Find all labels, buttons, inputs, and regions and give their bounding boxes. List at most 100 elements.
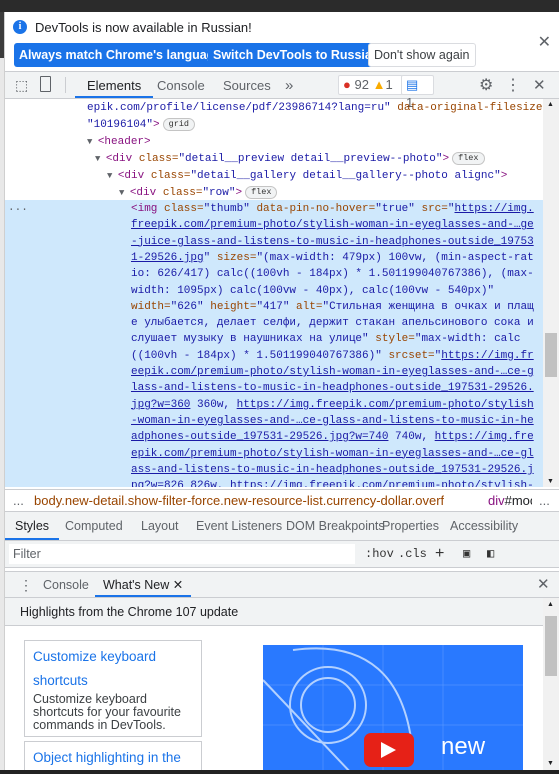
close-tab-icon[interactable]: ✕ (173, 578, 183, 592)
device-toolbar-icon[interactable] (40, 76, 51, 92)
hover-state-toggle[interactable]: :hov (365, 544, 394, 564)
dom-node-line[interactable]: width: 1095px) calc(100vw - 40px), calc(… (131, 283, 494, 299)
tab-event-listeners[interactable]: Event Listeners (196, 512, 282, 540)
dom-node-line[interactable]: eepik.com/premium-photo/stylish-woman-in… (131, 364, 534, 380)
scroll-up-icon[interactable]: ▲ (547, 601, 554, 608)
dom-node-line[interactable]: jpg?w=360 360w, https://img.freepik.com/… (131, 397, 534, 413)
attribute-link[interactable]: https://img.freepik.com/premium-photo/st… (230, 480, 534, 487)
expand-triangle-icon[interactable]: ▼ (107, 171, 118, 181)
dom-node-line[interactable]: ass-and-listens-to-music-in-headphones-o… (131, 462, 534, 478)
node-ellipsis-button[interactable]: ... (8, 200, 28, 216)
scrollbar-thumb[interactable] (545, 333, 557, 377)
drawer-scrollbar[interactable]: ▲ ▼ (543, 598, 559, 770)
styles-filter-input[interactable]: Filter (9, 544, 355, 564)
dom-node-line[interactable]: epik.com/profile/license/pdf/23986714?la… (87, 100, 543, 116)
feature-card[interactable]: Object highlighting in the (24, 741, 202, 770)
more-tabs-button[interactable]: » (285, 72, 293, 98)
new-style-rule-button[interactable]: + (435, 544, 444, 564)
dom-node-line[interactable]: ▼ <div class="detail__preview detail__pr… (95, 151, 485, 167)
toggle-sidebar-icon[interactable]: ◧ (487, 544, 494, 564)
attribute-link[interactable]: 1-29526.jpg (131, 252, 204, 264)
breadcrumb-body[interactable]: body.new-detail.show-filter-force.new-re… (34, 490, 444, 511)
attribute-link[interactable]: lass-and-listens-to-music-in-headphones-… (131, 382, 534, 394)
dom-node-line[interactable]: -juice-glass-and-listens-to-music-in-hea… (131, 234, 534, 250)
attribute-link[interactable]: -juice-glass-and-listens-to-music-in-hea… (131, 236, 534, 248)
dom-node-line[interactable]: <img class="thumb" data-pin-no-hover="tr… (131, 201, 534, 217)
attribute-link[interactable]: https://img. (455, 203, 534, 215)
tab-computed[interactable]: Computed (65, 512, 123, 540)
tab-styles[interactable]: Styles (5, 512, 60, 540)
attribute-link[interactable]: ass-and-listens-to-music-in-headphones-o… (131, 464, 534, 476)
dont-show-again-button[interactable]: Don't show again (368, 43, 476, 67)
layout-badge-grid[interactable]: grid (162, 118, 196, 131)
close-infobar-icon[interactable]: ✕ (538, 32, 551, 52)
dom-node-line[interactable]: ((100vh - 184px) * 1.501199040767386)" s… (131, 348, 534, 364)
dom-node-line[interactable]: ▼ <header> (87, 134, 151, 150)
close-drawer-icon[interactable]: ✕ (537, 572, 550, 597)
messages-counter[interactable]: ▤ 1 (401, 75, 434, 110)
class-toggle[interactable]: .cls (398, 544, 427, 564)
drawer-tab-console[interactable]: Console (43, 572, 89, 597)
feature-card[interactable]: Customize keyboard shortcuts Customize k… (24, 640, 202, 737)
match-language-button[interactable]: Always match Chrome's language (14, 43, 227, 67)
dom-node-line[interactable]: freepik.com/premium-photo/stylish-woman-… (131, 217, 534, 233)
attribute-link[interactable]: eepik.com/premium-photo/stylish-woman-in… (131, 366, 534, 378)
scrollbar-thumb[interactable] (545, 616, 557, 676)
breadcrumb-scroll-right[interactable]: ... (539, 490, 550, 511)
tab-sources[interactable]: Sources (223, 72, 271, 98)
drawer-menu-icon[interactable]: ⋮ (19, 572, 33, 597)
layout-badge-flex[interactable]: flex (452, 152, 485, 165)
dom-node-line[interactable]: adphones-outside_197531-29526.jpg?w=740 … (131, 429, 534, 445)
dom-node-line[interactable]: io: 626/417) calc((100vh - 184px) * 1.50… (131, 266, 534, 282)
dom-node-line[interactable]: -woman-in-eyeglasses-and-…ce-glass-and-l… (131, 413, 534, 429)
layout-badge-flex[interactable]: flex (245, 186, 278, 199)
expand-triangle-icon[interactable]: ▼ (119, 188, 130, 198)
expand-triangle-icon[interactable]: ▼ (87, 137, 98, 147)
tab-layout[interactable]: Layout (141, 512, 179, 540)
switch-to-russian-button[interactable]: Switch DevTools to Russian (208, 43, 385, 67)
dom-node-line[interactable]: width="626" height="417" alt="Стильная ж… (131, 299, 534, 315)
attribute-value: "row" (202, 187, 236, 199)
issues-counter[interactable]: ● 92 ▲1 (338, 75, 403, 95)
tag-name: <div (117, 170, 145, 182)
dom-node-line[interactable]: pg?w=826 826w, https://img.freepik.com/p… (131, 478, 534, 487)
tab-console[interactable]: Console (157, 72, 205, 98)
dom-scrollbar[interactable]: ▲ ▼ (543, 99, 559, 487)
attribute-link[interactable]: adphones-outside_197531-29526.jpg?w=740 (131, 431, 388, 443)
settings-gear-icon[interactable]: ⚙ (479, 75, 493, 95)
attribute-link[interactable]: -woman-in-eyeglasses-and-…ce-glass-and-l… (131, 415, 534, 427)
more-options-icon[interactable]: ⋮ (505, 75, 521, 95)
scroll-up-icon[interactable]: ▲ (547, 101, 554, 108)
drawer-tab-whats-new[interactable]: What's New ✕ (95, 572, 192, 597)
paint-brush-icon[interactable]: ▣ (463, 544, 470, 564)
dom-node-line[interactable]: 1-29526.jpg" sizes="(max-width: 479px) 1… (131, 250, 534, 266)
dom-node-line[interactable]: слушает музыку в наушниках на улице" sty… (131, 331, 520, 347)
tab-properties[interactable]: Properties (382, 512, 439, 540)
dom-node-line[interactable]: lass-and-listens-to-music-in-headphones-… (131, 380, 534, 396)
dom-node-line[interactable]: epik.com/premium-photo/stylish-woman-in-… (131, 446, 534, 462)
dom-node-line[interactable]: ▼ <div class="detail__gallery detail__ga… (107, 168, 507, 184)
attribute-link[interactable]: pg?w=826 (131, 480, 184, 487)
inspect-element-icon[interactable]: ⬚ (15, 77, 28, 94)
feature-title[interactable]: Customize keyboard shortcuts (33, 645, 193, 693)
breadcrumb-div[interactable]: div#moc (488, 490, 532, 511)
attribute-link[interactable]: jpg?w=360 (131, 399, 190, 411)
breadcrumb-scroll-left[interactable]: ... (13, 490, 24, 511)
dom-node-line[interactable]: е улыбается, делает селфи, держит стакан… (131, 315, 534, 331)
attribute-link[interactable]: https://img.fre (435, 431, 534, 443)
scroll-down-icon[interactable]: ▼ (547, 478, 554, 485)
video-thumbnail[interactable]: new (263, 645, 523, 770)
attribute-link[interactable]: freepik.com/premium-photo/stylish-woman-… (131, 219, 534, 231)
close-devtools-icon[interactable]: ✕ (533, 76, 546, 94)
attribute-link[interactable]: epik.com/premium-photo/stylish-woman-in-… (131, 448, 534, 460)
tab-elements[interactable]: Elements (75, 72, 154, 98)
dom-node-line[interactable]: "10196104"> grid (87, 117, 196, 133)
feature-title[interactable]: Object highlighting in the (33, 746, 193, 770)
attribute-link[interactable]: https://img.freepik.com/premium-photo/st… (237, 399, 534, 411)
tab-accessibility[interactable]: Accessibility (450, 512, 518, 540)
expand-triangle-icon[interactable]: ▼ (95, 154, 106, 164)
attribute-link[interactable]: https://img.fr (441, 350, 533, 362)
tab-dom-breakpoints[interactable]: DOM Breakpoints (286, 512, 385, 540)
scroll-down-icon[interactable]: ▼ (547, 760, 554, 767)
dom-node-line[interactable]: ▼ <div class="row"> flex (119, 185, 278, 201)
